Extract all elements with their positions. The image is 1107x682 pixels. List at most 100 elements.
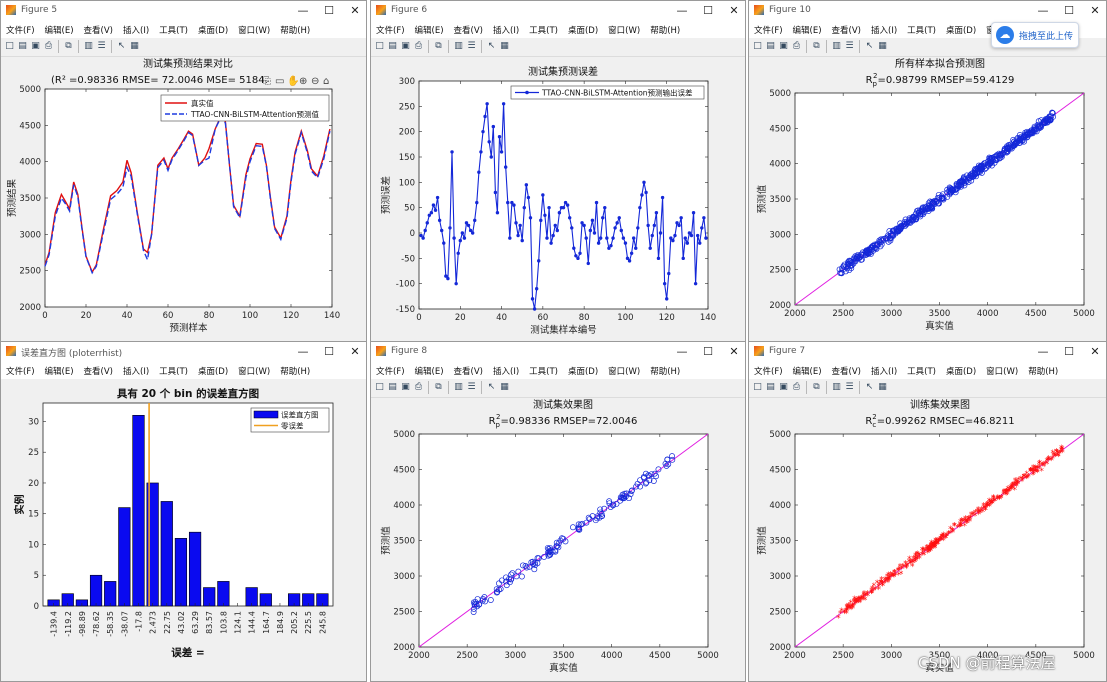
menu-item[interactable]: 文件(F) (371, 21, 410, 36)
open-file-icon[interactable]: ▤ (387, 382, 398, 393)
property-inspector-icon[interactable]: ▦ (499, 382, 510, 393)
menu-item[interactable]: 查看(V) (79, 21, 118, 36)
menu-item[interactable]: 窗口(W) (233, 362, 275, 377)
menu-item[interactable]: 文件(F) (749, 21, 788, 36)
edit-plot-icon[interactable]: ↖ (486, 41, 497, 52)
edit-plot-icon[interactable]: ↖ (116, 41, 127, 52)
close-button[interactable]: ✕ (721, 3, 745, 19)
menu-item[interactable]: 查看(V) (449, 21, 488, 36)
menu-item[interactable]: 工具(T) (154, 362, 193, 377)
edit-plot-icon[interactable]: ↖ (486, 382, 497, 393)
insert-legend-icon[interactable]: ☰ (844, 382, 855, 393)
close-button[interactable]: ✕ (1082, 3, 1106, 19)
title-bar[interactable]: Figure 10 — ☐ ✕ (749, 1, 1106, 21)
menu-item[interactable]: 编辑(E) (788, 362, 827, 377)
menu-item[interactable]: 桌面(D) (941, 21, 981, 36)
close-button[interactable]: ✕ (1082, 344, 1106, 360)
title-bar[interactable]: Figure 6 — ☐ ✕ (371, 1, 745, 21)
menu-item[interactable]: 插入(I) (866, 362, 902, 377)
menu-item[interactable]: 窗口(W) (603, 362, 645, 377)
upload-drop-target[interactable]: ☁ 拖拽至此上传 (991, 22, 1079, 48)
property-inspector-icon[interactable]: ▦ (499, 41, 510, 52)
menu-item[interactable]: 帮助(H) (645, 21, 685, 36)
maximize-button[interactable]: ☐ (1056, 3, 1082, 19)
property-inspector-icon[interactable]: ▦ (877, 41, 888, 52)
menu-item[interactable]: 桌面(D) (563, 21, 603, 36)
maximize-button[interactable]: ☐ (316, 344, 342, 360)
menu-item[interactable]: 帮助(H) (275, 362, 315, 377)
insert-legend-icon[interactable]: ☰ (96, 41, 107, 52)
menu-item[interactable]: 插入(I) (488, 21, 524, 36)
menu-item[interactable]: 工具(T) (902, 362, 941, 377)
new-figure-icon[interactable]: □ (752, 382, 763, 393)
edit-plot-icon[interactable]: ↖ (864, 382, 875, 393)
insert-colorbar-icon[interactable]: ▥ (831, 41, 842, 52)
menu-item[interactable]: 文件(F) (749, 362, 788, 377)
menu-item[interactable]: 插入(I) (118, 362, 154, 377)
minimize-button[interactable]: — (669, 344, 695, 360)
save-icon[interactable]: ▣ (778, 382, 789, 393)
save-icon[interactable]: ▣ (778, 41, 789, 52)
new-figure-icon[interactable]: □ (374, 41, 385, 52)
menu-item[interactable]: 编辑(E) (410, 21, 449, 36)
insert-legend-icon[interactable]: ☰ (844, 41, 855, 52)
title-bar[interactable]: Figure 8 — ☐ ✕ (371, 342, 745, 362)
menu-item[interactable]: 工具(T) (902, 21, 941, 36)
menu-item[interactable]: 文件(F) (1, 362, 40, 377)
menu-item[interactable]: 帮助(H) (275, 21, 315, 36)
menu-item[interactable]: 桌面(D) (941, 362, 981, 377)
open-file-icon[interactable]: ▤ (765, 382, 776, 393)
print-icon[interactable]: ⎙ (791, 41, 802, 52)
close-button[interactable]: ✕ (342, 344, 366, 360)
link-plot-icon[interactable]: ⧉ (811, 382, 822, 393)
insert-colorbar-icon[interactable]: ▥ (453, 41, 464, 52)
title-bar[interactable]: 误差直方图 (ploterrhist) — ☐ ✕ (1, 342, 366, 362)
menu-item[interactable]: 查看(V) (827, 21, 866, 36)
link-plot-icon[interactable]: ⧉ (63, 41, 74, 52)
new-figure-icon[interactable]: □ (4, 41, 15, 52)
maximize-button[interactable]: ☐ (695, 3, 721, 19)
home-view-icon[interactable]: ⌂ (323, 76, 329, 87)
save-icon[interactable]: ▣ (30, 41, 41, 52)
menu-item[interactable]: 编辑(E) (40, 362, 79, 377)
insert-legend-icon[interactable]: ☰ (466, 382, 477, 393)
menu-item[interactable]: 插入(I) (118, 21, 154, 36)
open-file-icon[interactable]: ▤ (17, 41, 28, 52)
menu-item[interactable]: 插入(I) (866, 21, 902, 36)
menu-item[interactable]: 帮助(H) (645, 362, 685, 377)
menu-item[interactable]: 窗口(W) (233, 21, 275, 36)
maximize-button[interactable]: ☐ (1056, 344, 1082, 360)
maximize-button[interactable]: ☐ (695, 344, 721, 360)
save-icon[interactable]: ▣ (400, 41, 411, 52)
print-icon[interactable]: ⎙ (413, 382, 424, 393)
insert-colorbar-icon[interactable]: ▥ (831, 382, 842, 393)
property-inspector-icon[interactable]: ▦ (129, 41, 140, 52)
zoom-in-icon[interactable]: ⊕ (299, 76, 307, 87)
open-file-icon[interactable]: ▤ (765, 41, 776, 52)
zoom-out-icon[interactable]: ⊖ (311, 76, 319, 87)
insert-colorbar-icon[interactable]: ▥ (453, 382, 464, 393)
menu-item[interactable]: 查看(V) (79, 362, 118, 377)
print-icon[interactable]: ⎙ (413, 41, 424, 52)
property-inspector-icon[interactable]: ▦ (877, 382, 888, 393)
menu-item[interactable]: 编辑(E) (788, 21, 827, 36)
title-bar[interactable]: Figure 7 — ☐ ✕ (749, 342, 1106, 362)
menu-item[interactable]: 工具(T) (154, 21, 193, 36)
menu-item[interactable]: 文件(F) (1, 21, 40, 36)
menu-item[interactable]: 文件(F) (371, 362, 410, 377)
minimize-button[interactable]: — (290, 3, 316, 19)
close-button[interactable]: ✕ (342, 3, 366, 19)
link-plot-icon[interactable]: ⧉ (433, 41, 444, 52)
menu-item[interactable]: 查看(V) (449, 362, 488, 377)
menu-item[interactable]: 窗口(W) (603, 21, 645, 36)
menu-item[interactable]: 编辑(E) (410, 362, 449, 377)
open-file-icon[interactable]: ▤ (387, 41, 398, 52)
minimize-button[interactable]: — (669, 3, 695, 19)
minimize-button[interactable]: — (1030, 3, 1056, 19)
menu-item[interactable]: 查看(V) (827, 362, 866, 377)
save-icon[interactable]: ▣ (400, 382, 411, 393)
minimize-button[interactable]: — (1030, 344, 1056, 360)
edit-plot-icon[interactable]: ↖ (864, 41, 875, 52)
new-figure-icon[interactable]: □ (752, 41, 763, 52)
insert-legend-icon[interactable]: ☰ (466, 41, 477, 52)
